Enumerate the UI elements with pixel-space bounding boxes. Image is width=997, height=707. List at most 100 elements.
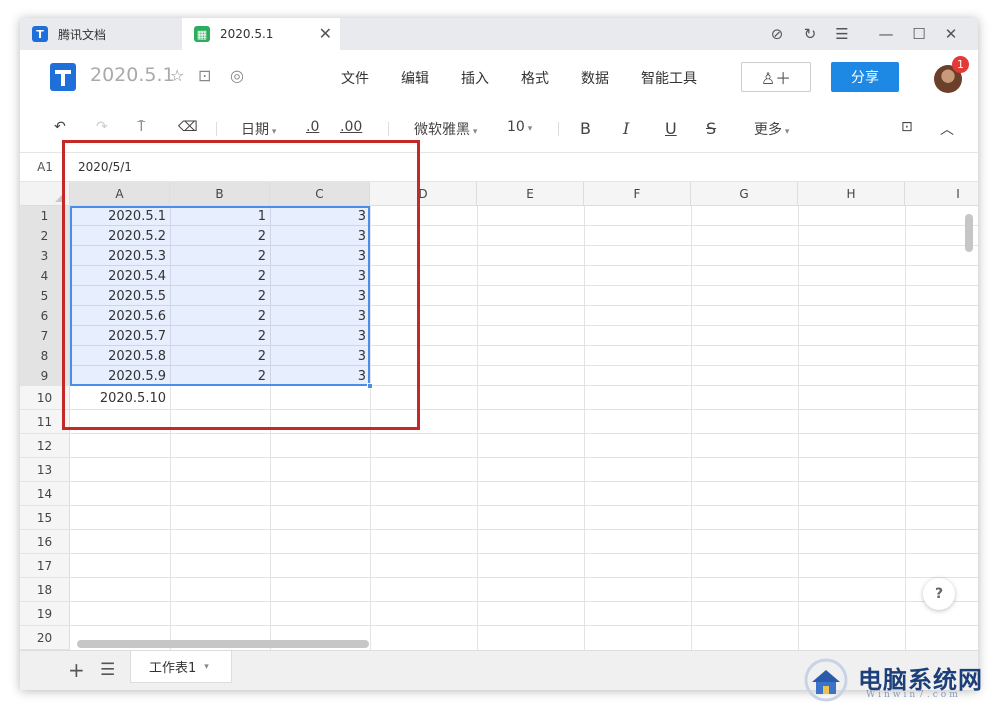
row-header[interactable]: 2: [20, 226, 70, 246]
italic-button[interactable]: I: [623, 119, 629, 138]
cell-c1[interactable]: 3: [270, 206, 370, 226]
row-header[interactable]: 10: [20, 386, 70, 410]
document-title[interactable]: 2020.5.1: [90, 64, 175, 86]
column-header-b[interactable]: B: [170, 182, 270, 206]
decrease-decimal-button[interactable]: .0: [306, 119, 319, 135]
refresh-icon[interactable]: ↻: [795, 18, 825, 50]
row-header[interactable]: 14: [20, 482, 70, 506]
column-header-c[interactable]: C: [270, 182, 370, 206]
sheet-list-icon[interactable]: ☰: [100, 660, 115, 680]
cell-a10[interactable]: 2020.5.10: [70, 388, 170, 408]
cell-b1[interactable]: 1: [170, 206, 270, 226]
cell-b6[interactable]: 2: [170, 306, 270, 326]
maximize-icon[interactable]: ☐: [904, 18, 934, 50]
horizontal-scrollbar[interactable]: [77, 640, 369, 648]
move-folder-icon[interactable]: ⊡: [198, 66, 211, 85]
cell-a4[interactable]: 2020.5.4: [70, 266, 170, 286]
number-format-dropdown[interactable]: 日期 ▾: [241, 119, 276, 139]
vertical-scrollbar[interactable]: [965, 214, 973, 252]
font-size-dropdown[interactable]: 10 ▾: [507, 119, 532, 135]
tab-tencent-docs[interactable]: T 腾讯文档: [20, 18, 180, 50]
cell-b4[interactable]: 2: [170, 266, 270, 286]
cell-a1[interactable]: 2020.5.1: [70, 206, 170, 226]
format-painter-icon[interactable]: ⍑: [137, 119, 145, 135]
menu-file[interactable]: 文件: [341, 68, 369, 88]
compass-icon[interactable]: ⊘: [762, 18, 792, 50]
row-header[interactable]: 13: [20, 458, 70, 482]
share-button[interactable]: 分享: [831, 62, 899, 92]
row-header[interactable]: 3: [20, 246, 70, 266]
menu-data[interactable]: 数据: [581, 68, 609, 88]
column-header-f[interactable]: F: [584, 182, 691, 206]
more-dropdown[interactable]: 更多 ▾: [754, 119, 789, 139]
cell-b3[interactable]: 2: [170, 246, 270, 266]
cell-c5[interactable]: 3: [270, 286, 370, 306]
cell-c7[interactable]: 3: [270, 326, 370, 346]
star-icon[interactable]: ☆: [170, 66, 184, 85]
row-header[interactable]: 12: [20, 434, 70, 458]
row-header[interactable]: 1: [20, 206, 70, 226]
row-header[interactable]: 15: [20, 506, 70, 530]
comment-icon[interactable]: ⊡: [901, 119, 913, 135]
cell-c2[interactable]: 3: [270, 226, 370, 246]
chevron-down-icon[interactable]: ▾: [204, 662, 209, 672]
close-tab-icon[interactable]: ✕: [319, 24, 332, 43]
cell-a9[interactable]: 2020.5.9: [70, 366, 170, 386]
formula-input[interactable]: 2020/5/1: [78, 160, 132, 174]
column-header-d[interactable]: D: [370, 182, 477, 206]
add-collaborator-button[interactable]: ♙＋: [741, 62, 811, 92]
cell-c8[interactable]: 3: [270, 346, 370, 366]
row-header[interactable]: 16: [20, 530, 70, 554]
column-header-h[interactable]: H: [798, 182, 905, 206]
column-header-i[interactable]: I: [905, 182, 978, 206]
column-header-g[interactable]: G: [691, 182, 798, 206]
clear-format-icon[interactable]: ⌫: [178, 119, 198, 135]
cell-a6[interactable]: 2020.5.6: [70, 306, 170, 326]
cell-c6[interactable]: 3: [270, 306, 370, 326]
cell-reference[interactable]: A1: [20, 153, 70, 181]
spreadsheet-grid[interactable]: A B C D E F G H I 1 2 3 4 5 6 7 8 9 10 1…: [20, 182, 978, 650]
select-all-corner[interactable]: [20, 182, 70, 206]
cell-b2[interactable]: 2: [170, 226, 270, 246]
row-header[interactable]: 5: [20, 286, 70, 306]
underline-button[interactable]: U: [665, 119, 677, 138]
column-header-e[interactable]: E: [477, 182, 584, 206]
cell-a5[interactable]: 2020.5.5: [70, 286, 170, 306]
row-header[interactable]: 20: [20, 626, 70, 650]
menu-icon[interactable]: ☰: [827, 18, 857, 50]
strikethrough-button[interactable]: S: [706, 119, 716, 138]
cell-b8[interactable]: 2: [170, 346, 270, 366]
collapse-toolbar-icon[interactable]: ︿: [940, 119, 954, 139]
cell-c9[interactable]: 3: [270, 366, 370, 386]
cell-a7[interactable]: 2020.5.7: [70, 326, 170, 346]
close-window-icon[interactable]: ✕: [936, 18, 966, 50]
row-header[interactable]: 17: [20, 554, 70, 578]
font-family-dropdown[interactable]: 微软雅黑 ▾: [414, 119, 477, 139]
row-header[interactable]: 4: [20, 266, 70, 286]
sheet-tab-active[interactable]: 工作表1 ▾: [130, 651, 232, 683]
bold-button[interactable]: B: [580, 119, 591, 138]
row-header[interactable]: 9: [20, 366, 70, 386]
tencent-docs-logo-icon[interactable]: [50, 63, 76, 91]
help-button[interactable]: ?: [923, 578, 955, 610]
redo-icon[interactable]: ↷: [96, 119, 108, 135]
menu-smart-tools[interactable]: 智能工具: [641, 68, 697, 88]
menu-format[interactable]: 格式: [521, 68, 549, 88]
tab-document[interactable]: ▦ 2020.5.1 ✕: [182, 18, 340, 50]
cell-b9[interactable]: 2: [170, 366, 270, 386]
row-header[interactable]: 6: [20, 306, 70, 326]
add-sheet-icon[interactable]: +: [68, 658, 85, 682]
undo-icon[interactable]: ↶: [54, 119, 66, 135]
row-header[interactable]: 11: [20, 410, 70, 434]
cell-a2[interactable]: 2020.5.2: [70, 226, 170, 246]
cell-c3[interactable]: 3: [270, 246, 370, 266]
row-header[interactable]: 18: [20, 578, 70, 602]
menu-insert[interactable]: 插入: [461, 68, 489, 88]
column-header-a[interactable]: A: [70, 182, 170, 206]
menu-edit[interactable]: 编辑: [401, 68, 429, 88]
cell-b5[interactable]: 2: [170, 286, 270, 306]
increase-decimal-button[interactable]: .00: [340, 119, 362, 135]
cell-a3[interactable]: 2020.5.3: [70, 246, 170, 266]
row-header[interactable]: 7: [20, 326, 70, 346]
cell-a8[interactable]: 2020.5.8: [70, 346, 170, 366]
